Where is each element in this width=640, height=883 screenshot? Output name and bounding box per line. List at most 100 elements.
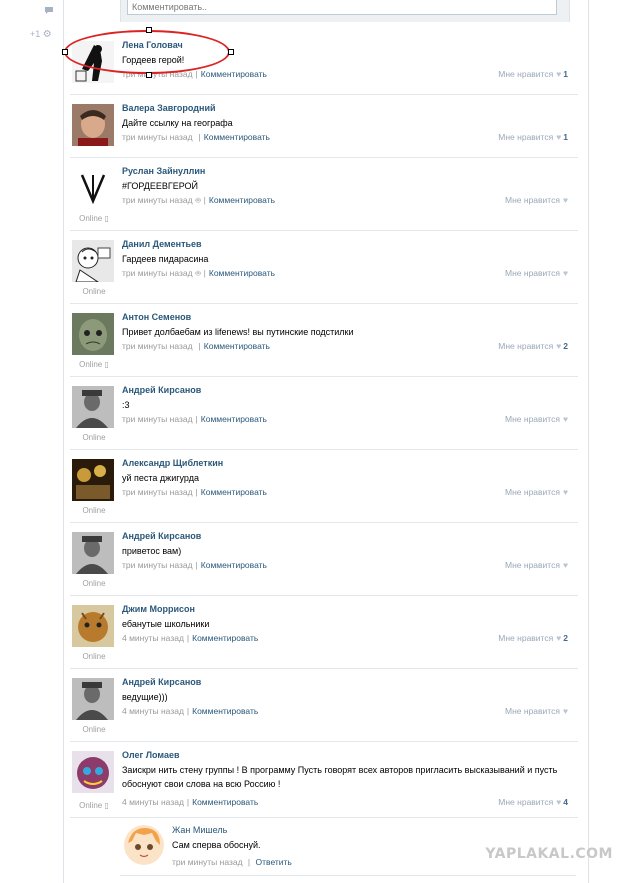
heart-icon: ♥ bbox=[556, 633, 562, 643]
comment-button[interactable]: Комментировать bbox=[204, 132, 270, 142]
comment-time[interactable]: три минуты назад bbox=[122, 132, 193, 142]
comment-button[interactable]: Комментировать bbox=[201, 487, 267, 497]
comment-icon[interactable] bbox=[44, 6, 54, 17]
like-button[interactable]: Мне нравится ♥ bbox=[505, 268, 568, 278]
comment-time[interactable]: три минуты назад bbox=[122, 487, 193, 497]
separator: | bbox=[195, 69, 198, 79]
comment-item: Online Андрей Кирсанов ведущие))) 4 минуты … bbox=[70, 668, 578, 742]
comment-meta: три минуты назад | Комментировать bbox=[122, 132, 270, 142]
like-button[interactable]: Мне нравится ♥ bbox=[505, 195, 568, 205]
comment-meta: три минуты назад 🤖︎ | Комментировать bbox=[122, 195, 275, 207]
online-status: Online bbox=[70, 287, 118, 296]
selection-handle bbox=[146, 72, 152, 78]
online-status: Online ▯ bbox=[70, 360, 118, 369]
comment-author[interactable]: Андрей Кирсанов bbox=[122, 385, 201, 395]
comment-button[interactable]: Комментировать bbox=[192, 633, 258, 643]
comment-author[interactable]: Джим Моррисон bbox=[122, 604, 195, 614]
user-avatar[interactable] bbox=[72, 313, 114, 355]
heart-icon: ♥ bbox=[562, 487, 568, 497]
comment-text: #ГОРДЕЕВГЕРОЙ bbox=[122, 181, 199, 191]
comment-time[interactable]: 4 минуты назад bbox=[122, 797, 184, 807]
comment-item: Online Александр Щиблеткин уй песта джигур… bbox=[70, 449, 578, 523]
comment-author[interactable]: Александр Щиблеткин bbox=[122, 458, 223, 468]
separator: | bbox=[186, 706, 190, 716]
comment-author[interactable]: Валера Завгородний bbox=[122, 103, 216, 113]
reply-author[interactable]: Жан Мишель bbox=[172, 825, 227, 835]
comment-input[interactable]: Комментировать.. bbox=[127, 0, 557, 15]
user-avatar[interactable] bbox=[72, 167, 114, 209]
user-avatar[interactable] bbox=[72, 386, 114, 428]
user-avatar[interactable] bbox=[72, 104, 114, 146]
like-button[interactable]: Мне нравится ♥ bbox=[505, 560, 568, 570]
comment-author[interactable]: Данил Дементьев bbox=[122, 239, 202, 249]
online-label: Online bbox=[82, 287, 106, 296]
comment-button[interactable]: Комментировать bbox=[192, 797, 258, 807]
comment-box: Комментировать.. bbox=[120, 0, 570, 22]
comment-time[interactable]: три минуты назад bbox=[122, 560, 193, 570]
right-border bbox=[588, 0, 589, 883]
separator: | bbox=[198, 132, 201, 142]
like-count: 2 bbox=[563, 633, 568, 643]
watermark: YAPLAKAL.COM bbox=[485, 846, 613, 862]
share-counter[interactable]: +1 ⚙ bbox=[30, 29, 52, 40]
like-button[interactable]: Мне нравится ♥ 2 bbox=[498, 341, 568, 351]
like-button[interactable]: Мне нравится ♥ 2 bbox=[498, 633, 568, 643]
comment-item: Online ▯ Олег Ломаев Заискри нить стену гр… bbox=[70, 741, 578, 818]
comment-time[interactable]: три минуты назад bbox=[122, 341, 193, 351]
like-button[interactable]: Мне нравится ♥ bbox=[505, 487, 568, 497]
comment-time[interactable]: 4 минуты назад bbox=[122, 706, 184, 716]
like-button[interactable]: Мне нравится ♥ 1 bbox=[498, 69, 568, 79]
like-label: Мне нравится bbox=[505, 414, 560, 424]
like-button[interactable]: Мне нравится ♥ bbox=[505, 706, 568, 716]
separator: | bbox=[186, 797, 190, 807]
comment-text: Гардеев пидарасина bbox=[122, 254, 209, 264]
comment-button[interactable]: Комментировать bbox=[209, 268, 275, 278]
user-avatar[interactable] bbox=[72, 678, 114, 720]
reply-avatar[interactable] bbox=[124, 825, 164, 865]
comment-author[interactable]: Олег Ломаев bbox=[122, 750, 180, 760]
user-avatar[interactable] bbox=[72, 751, 114, 793]
comment-author[interactable]: Руслан Зайнуллин bbox=[122, 166, 205, 176]
separator: | bbox=[195, 414, 198, 424]
comment-button[interactable]: Комментировать bbox=[201, 414, 267, 424]
heart-icon: ♥ bbox=[556, 797, 562, 807]
user-avatar[interactable] bbox=[72, 605, 114, 647]
comment-time[interactable]: три минуты назад bbox=[122, 268, 193, 278]
heart-icon: ♥ bbox=[562, 195, 568, 205]
comment-text: Заискри нить стену группы ! В программу … bbox=[122, 765, 558, 789]
like-count: 2 bbox=[563, 341, 568, 351]
user-avatar[interactable] bbox=[72, 240, 114, 282]
comment-author[interactable]: Андрей Кирсанов bbox=[122, 677, 201, 687]
comment-button[interactable]: Комментировать bbox=[209, 195, 275, 205]
like-button[interactable]: Мне нравится ♥ bbox=[505, 414, 568, 424]
comment-button[interactable]: Комментировать bbox=[204, 341, 270, 351]
comment-time[interactable]: три минуты назад bbox=[122, 414, 193, 424]
comment-meta: три минуты назад 🤖︎ | Комментировать bbox=[122, 268, 275, 280]
heart-icon: ♥ bbox=[556, 341, 562, 351]
online-status: Online bbox=[70, 579, 118, 588]
like-button[interactable]: Мне нравится ♥ 1 bbox=[498, 132, 568, 142]
reply-button[interactable]: Ответить bbox=[256, 857, 292, 867]
online-label: Online bbox=[79, 214, 103, 223]
comment-author[interactable]: Андрей Кирсанов bbox=[122, 531, 201, 541]
comment-author[interactable]: Антон Семенов bbox=[122, 312, 191, 322]
comment-text: :3 bbox=[122, 400, 130, 410]
comment-time[interactable]: три минуты назад bbox=[122, 195, 193, 205]
comment-button[interactable]: Комментировать bbox=[192, 706, 258, 716]
comment-button[interactable]: Комментировать bbox=[201, 69, 267, 79]
online-label: Online bbox=[82, 433, 106, 442]
separator: | bbox=[203, 268, 206, 278]
separator: | bbox=[198, 341, 201, 351]
highlight-oval bbox=[64, 30, 230, 74]
heart-icon: ♥ bbox=[556, 69, 562, 79]
user-avatar[interactable] bbox=[72, 532, 114, 574]
like-label: Мне нравится bbox=[498, 69, 554, 79]
like-label: Мне нравится bbox=[498, 341, 554, 351]
comment-time[interactable]: 4 минуты назад bbox=[122, 633, 184, 643]
selection-handle bbox=[62, 49, 68, 55]
online-status: Online ▯ bbox=[70, 214, 118, 223]
like-button[interactable]: Мне нравится ♥ 4 bbox=[498, 797, 568, 807]
reply-time[interactable]: три минуты назад bbox=[172, 857, 243, 867]
user-avatar[interactable] bbox=[72, 459, 114, 501]
comment-button[interactable]: Комментировать bbox=[201, 560, 267, 570]
